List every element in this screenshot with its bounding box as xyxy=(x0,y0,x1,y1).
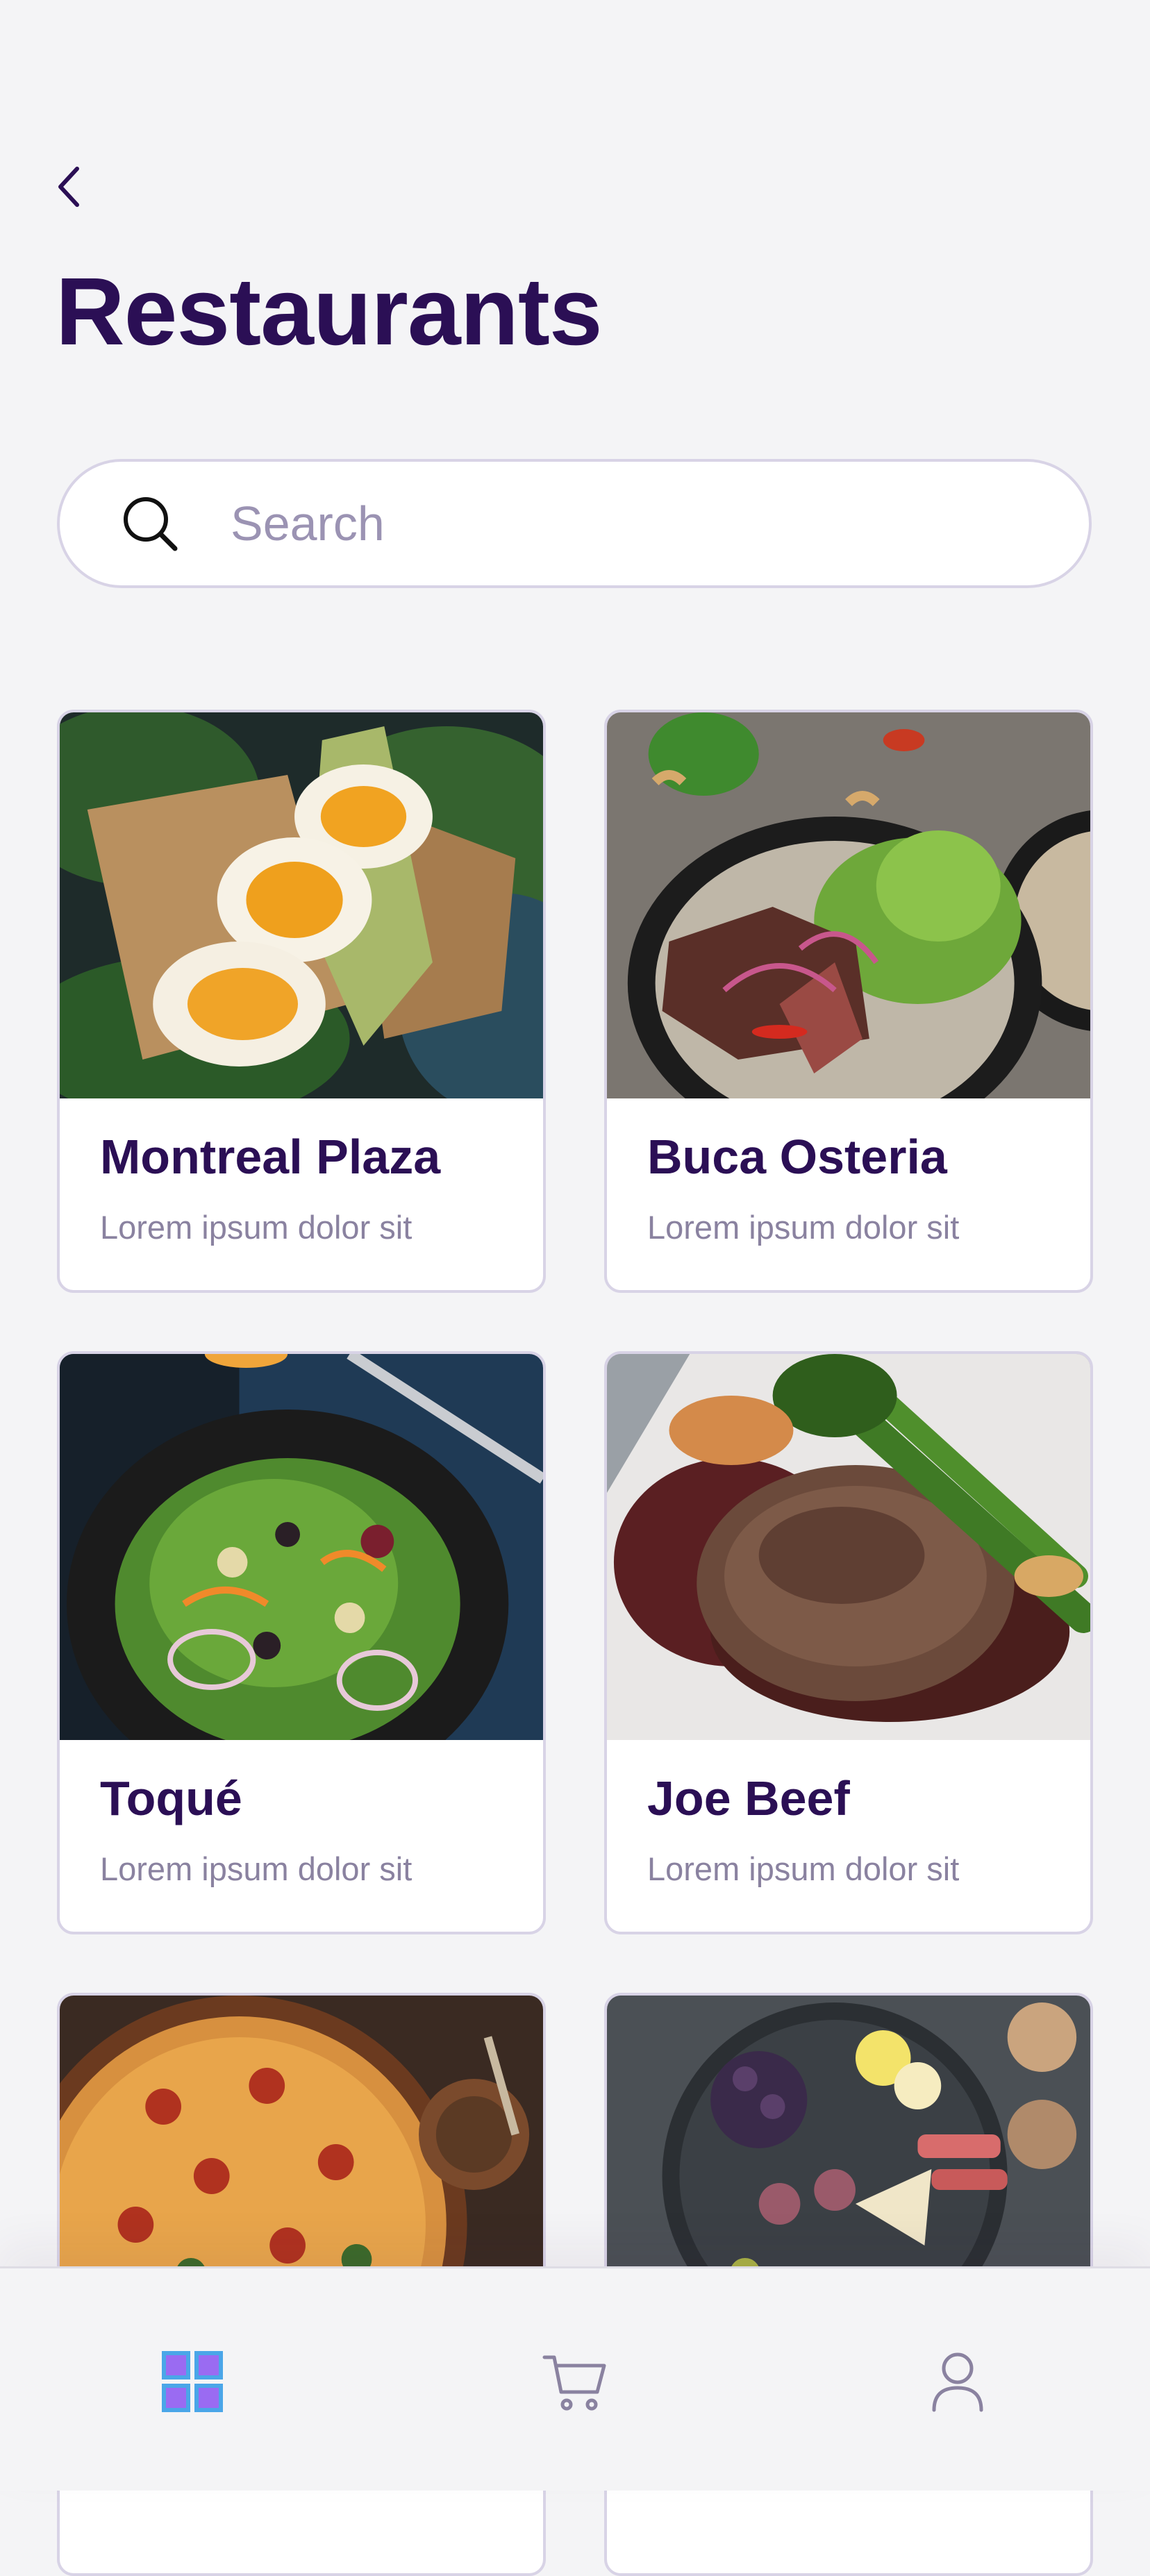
page-title: Restaurants xyxy=(56,258,603,365)
bottom-tab-bar xyxy=(0,2266,1150,2491)
tab-browse[interactable] xyxy=(154,2345,231,2421)
grid-icon xyxy=(161,2350,224,2416)
tab-profile[interactable] xyxy=(919,2345,996,2421)
search-bar[interactable] xyxy=(57,459,1092,588)
restaurant-description: Lorem ipsum dolor sit xyxy=(100,1209,412,1246)
restaurant-name: Toqué xyxy=(100,1771,242,1825)
tab-cart[interactable] xyxy=(537,2345,613,2421)
search-input[interactable] xyxy=(229,495,996,552)
restaurant-photo-steak xyxy=(607,1354,1090,1740)
restaurant-description: Lorem ipsum dolor sit xyxy=(100,1850,412,1887)
restaurant-card-montreal-plaza[interactable]: Montreal Plaza Lorem ipsum dolor sit xyxy=(57,710,546,1293)
cart-icon xyxy=(542,2350,608,2416)
chevron-left-icon xyxy=(55,165,83,212)
restaurant-description: Lorem ipsum dolor sit xyxy=(647,1209,960,1246)
restaurant-photo-eggs xyxy=(60,712,543,1098)
restaurant-card-buca-osteria[interactable]: Buca Osteria Lorem ipsum dolor sit xyxy=(604,710,1093,1293)
user-icon xyxy=(930,2350,985,2416)
restaurant-name: Montreal Plaza xyxy=(100,1130,441,1184)
restaurant-name: Buca Osteria xyxy=(647,1130,947,1184)
restaurant-card-joe-beef[interactable]: Joe Beef Lorem ipsum dolor sit xyxy=(604,1351,1093,1934)
search-icon xyxy=(121,494,179,553)
restaurant-photo-steak-bowl xyxy=(607,712,1090,1098)
restaurant-card-toque[interactable]: Toqué Lorem ipsum dolor sit xyxy=(57,1351,546,1934)
restaurant-description: Lorem ipsum dolor sit xyxy=(647,1850,960,1887)
restaurant-name: Joe Beef xyxy=(647,1771,850,1825)
back-button[interactable] xyxy=(44,164,93,212)
restaurant-photo-salad xyxy=(60,1354,543,1740)
